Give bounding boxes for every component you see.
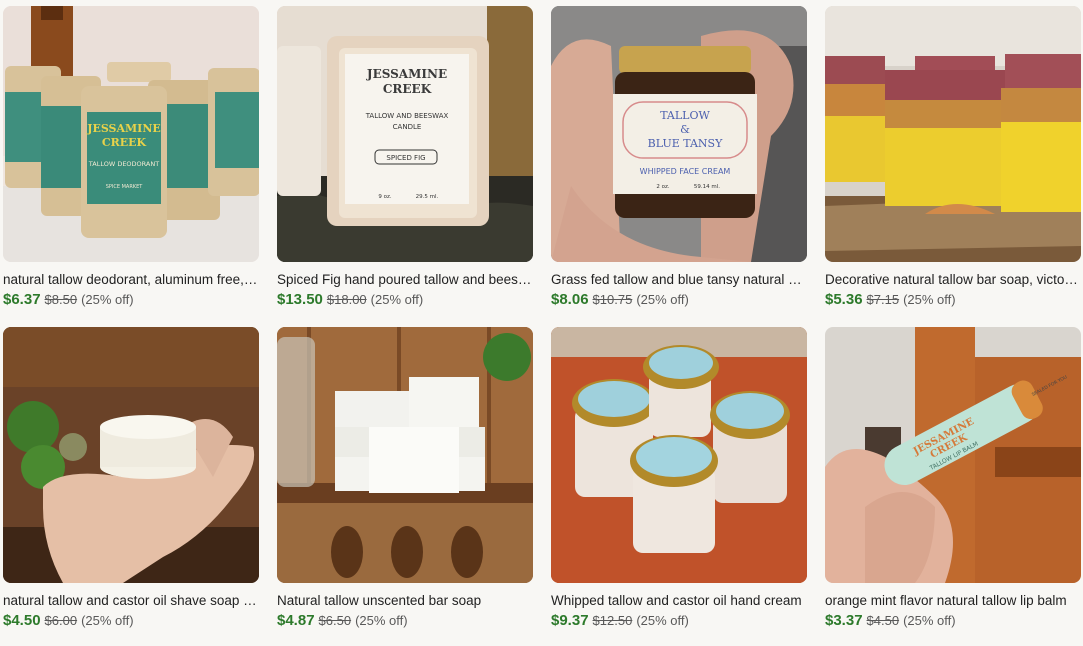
svg-text:9 oz.: 9 oz. <box>378 194 391 200</box>
listing-image-hand-cream[interactable] <box>551 327 807 583</box>
sale-price: $4.50 <box>3 612 41 629</box>
listing-title[interactable]: orange mint flavor natural tallow lip ba… <box>825 593 1081 609</box>
price-row: $8.06 $10.75 (25% off) <box>551 291 807 309</box>
listing-card[interactable]: JESSAMINE CREEK TALLOW AND BEESWAX CANDL… <box>277 6 533 309</box>
discount-label: (25% off) <box>636 613 689 628</box>
listing-card[interactable]: TALLOW & BLUE TANSY WHIPPED FACE CREAM 2… <box>551 6 807 309</box>
svg-text:JESSAMINE: JESSAMINE <box>86 122 161 135</box>
listing-image-lip-balm[interactable]: JESSAMINE CREEK TALLOW LIP BALM SEALED F… <box>825 327 1081 583</box>
unscented-soap-image <box>277 327 533 583</box>
original-price: $18.00 <box>326 292 367 307</box>
listing-title[interactable]: Spiced Fig hand poured tallow and beeswa… <box>277 272 533 288</box>
svg-text:29.5 ml.: 29.5 ml. <box>416 194 439 200</box>
discount-label: (25% off) <box>81 613 134 628</box>
svg-text:TALLOW AND BEESWAX: TALLOW AND BEESWAX <box>365 112 449 120</box>
price-row: $9.37 $12.50 (25% off) <box>551 612 807 630</box>
svg-text:SPICE MARKET: SPICE MARKET <box>106 184 144 190</box>
listing-title[interactable]: Decorative natural tallow bar soap, vict… <box>825 272 1081 288</box>
listing-image-deodorant[interactable]: JESSAMINE CREEK TALLOW DEODORANT SPICE M… <box>3 6 259 262</box>
original-price: $10.75 <box>592 292 633 307</box>
listing-image-unscented-soap[interactable] <box>277 327 533 583</box>
lip-balm-image: JESSAMINE CREEK TALLOW LIP BALM SEALED F… <box>825 327 1081 583</box>
listing-card[interactable]: Decorative natural tallow bar soap, vict… <box>825 6 1081 309</box>
listing-title[interactable]: natural tallow and castor oil shave soap… <box>3 593 259 609</box>
original-price: $6.00 <box>44 613 78 628</box>
discount-label: (25% off) <box>370 292 424 307</box>
discount-label: (25% off) <box>636 292 689 307</box>
sale-price: $13.50 <box>277 291 323 308</box>
listing-title[interactable]: natural tallow deodorant, aluminum free,… <box>3 272 259 288</box>
sale-price: $8.06 <box>551 291 589 308</box>
svg-text:&: & <box>680 123 690 136</box>
svg-text:CREEK: CREEK <box>383 82 432 96</box>
deodorant-image: JESSAMINE CREEK TALLOW DEODORANT SPICE M… <box>3 6 259 262</box>
svg-text:TALLOW DEODORANT: TALLOW DEODORANT <box>88 160 159 168</box>
shave-soap-image <box>3 327 259 583</box>
sale-price: $5.36 <box>825 291 863 308</box>
listing-image-face-cream[interactable]: TALLOW & BLUE TANSY WHIPPED FACE CREAM 2… <box>551 6 807 262</box>
face-cream-image: TALLOW & BLUE TANSY WHIPPED FACE CREAM 2… <box>551 6 807 262</box>
hand-cream-image <box>551 327 807 583</box>
original-price: $8.50 <box>44 292 78 307</box>
discount-label: (25% off) <box>81 292 134 307</box>
sale-price: $6.37 <box>3 291 41 308</box>
candle-image: JESSAMINE CREEK TALLOW AND BEESWAX CANDL… <box>277 6 533 262</box>
sale-price: $3.37 <box>825 612 863 629</box>
listing-image-shave-soap[interactable] <box>3 327 259 583</box>
price-row: $4.87 $6.50 (25% off) <box>277 612 533 630</box>
price-row: $4.50 $6.00 (25% off) <box>3 612 259 630</box>
svg-text:59.14 ml.: 59.14 ml. <box>694 184 720 190</box>
sale-price: $9.37 <box>551 612 589 629</box>
discount-label: (25% off) <box>903 292 956 307</box>
listing-title[interactable]: Grass fed tallow and blue tansy natural … <box>551 272 807 288</box>
discount-label: (25% off) <box>355 613 408 628</box>
listing-card[interactable]: JESSAMINE CREEK TALLOW DEODORANT SPICE M… <box>3 6 259 309</box>
listing-grid: JESSAMINE CREEK TALLOW DEODORANT SPICE M… <box>0 0 1083 646</box>
listing-image-bar-soap[interactable] <box>825 6 1081 262</box>
svg-text:JESSAMINE: JESSAMINE <box>366 67 447 81</box>
svg-text:WHIPPED FACE CREAM: WHIPPED FACE CREAM <box>640 167 731 176</box>
original-price: $6.50 <box>318 613 352 628</box>
original-price: $7.15 <box>866 292 900 307</box>
original-price: $4.50 <box>866 613 900 628</box>
svg-text:TALLOW: TALLOW <box>660 109 710 122</box>
price-row: $6.37 $8.50 (25% off) <box>3 291 259 309</box>
listing-card[interactable]: Natural tallow unscented bar soap $4.87 $… <box>277 327 533 630</box>
listing-card[interactable]: JESSAMINE CREEK TALLOW LIP BALM SEALED F… <box>825 327 1081 630</box>
svg-text:2 oz.: 2 oz. <box>656 184 669 190</box>
listing-image-candle[interactable]: JESSAMINE CREEK TALLOW AND BEESWAX CANDL… <box>277 6 533 262</box>
svg-text:SPICED FIG: SPICED FIG <box>386 154 425 162</box>
price-row: $5.36 $7.15 (25% off) <box>825 291 1081 309</box>
original-price: $12.50 <box>592 613 633 628</box>
listing-card[interactable]: Whipped tallow and castor oil hand cream… <box>551 327 807 630</box>
listing-title[interactable]: Whipped tallow and castor oil hand cream <box>551 593 807 609</box>
price-row: $13.50 $18.00 (25% off) <box>277 291 533 309</box>
svg-text:CANDLE: CANDLE <box>393 123 422 131</box>
discount-label: (25% off) <box>903 613 956 628</box>
listing-title[interactable]: Natural tallow unscented bar soap <box>277 593 533 609</box>
sale-price: $4.87 <box>277 612 315 629</box>
price-row: $3.37 $4.50 (25% off) <box>825 612 1081 630</box>
bar-soap-image <box>825 6 1081 262</box>
listing-card[interactable]: natural tallow and castor oil shave soap… <box>3 327 259 630</box>
svg-text:CREEK: CREEK <box>102 136 147 149</box>
svg-text:BLUE TANSY: BLUE TANSY <box>648 137 723 150</box>
